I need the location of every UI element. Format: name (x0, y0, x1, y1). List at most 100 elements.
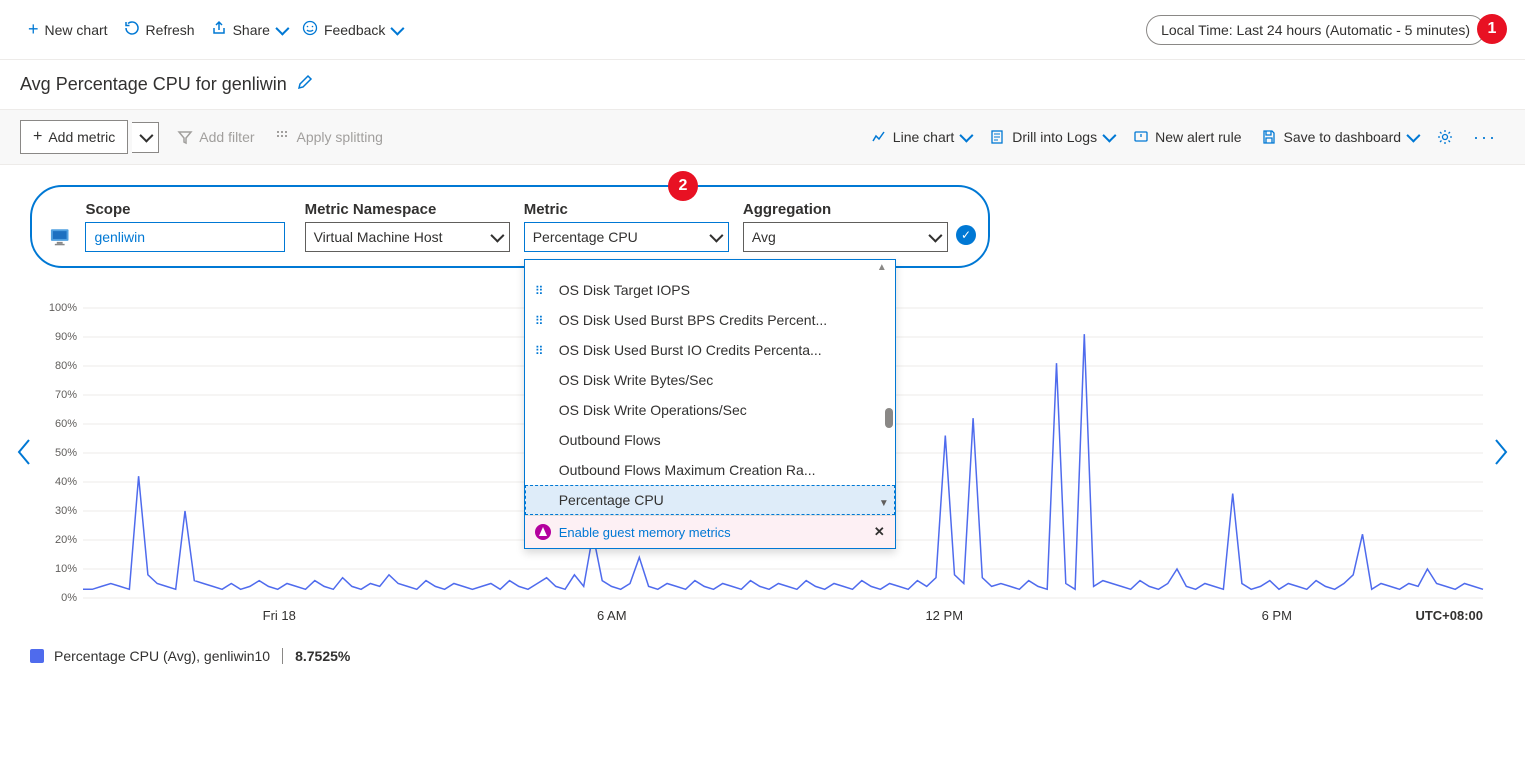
metric-option[interactable]: ⠿ OS Disk Used Burst BPS Credits Percent.… (525, 305, 895, 335)
compass-icon (535, 524, 551, 540)
plus-icon: + (28, 19, 39, 40)
annotation-2: 2 (668, 171, 698, 201)
scroll-up-arrow[interactable]: ▲ (525, 260, 895, 275)
metric-option[interactable]: Outbound Flows (525, 425, 895, 455)
metric-value: Percentage CPU (533, 229, 638, 245)
svg-text:10%: 10% (54, 563, 76, 575)
save-icon (1261, 129, 1277, 145)
metric-option-label: OS Disk Write Bytes/Sec (559, 372, 714, 388)
aggregation-label: Aggregation (743, 201, 948, 218)
enable-guest-metrics-link[interactable]: Enable guest memory metrics ✕ (525, 515, 895, 548)
time-range-button[interactable]: Local Time: Last 24 hours (Automatic - 5… (1146, 15, 1485, 45)
save-dashboard-label: Save to dashboard (1283, 129, 1401, 145)
add-metric-dropdown[interactable] (132, 122, 159, 153)
chart-toolbar: + Add metric Add filter Apply splitting … (0, 109, 1525, 165)
namespace-selector[interactable]: Virtual Machine Host (305, 222, 510, 252)
metric-option[interactable]: Outbound Flows Maximum Creation Ra... (525, 455, 895, 485)
metric-option[interactable]: OS Disk Write Bytes/Sec (525, 365, 895, 395)
svg-text:60%: 60% (54, 418, 76, 430)
enable-guest-metrics-label: Enable guest memory metrics (559, 525, 731, 540)
aggregation-value: Avg (752, 229, 776, 245)
smile-icon (302, 20, 318, 39)
namespace-label: Metric Namespace (305, 201, 510, 218)
chevron-down-icon (490, 229, 504, 243)
top-toolbar: + New chart Refresh Share Feedback Local… (0, 0, 1525, 60)
metric-config-pill: Scope genliwin Metric Namespace Virtual … (30, 185, 990, 268)
save-dashboard-button[interactable]: Save to dashboard (1253, 123, 1425, 151)
metric-option[interactable]: Percentage CPU (525, 485, 895, 515)
scroll-down-arrow[interactable]: ▼ (879, 498, 889, 509)
chart-type-label: Line chart (893, 129, 954, 145)
confirm-check-icon[interactable]: ✓ (956, 225, 976, 245)
metric-option[interactable]: ⠿ OS Disk Target IOPS (525, 275, 895, 305)
share-button[interactable]: Share (203, 14, 294, 45)
new-chart-label: New chart (45, 22, 108, 38)
chevron-down-icon (960, 129, 974, 143)
legend-value: 8.7525% (295, 648, 350, 664)
drill-logs-label: Drill into Logs (1012, 129, 1097, 145)
chart-title: Avg Percentage CPU for genliwin (20, 74, 287, 95)
chevron-down-icon (709, 229, 723, 243)
svg-text:100%: 100% (48, 302, 76, 314)
chart-content: 2 Scope genliwin Metric Namespace Virtua… (0, 165, 1525, 684)
metric-dropdown: ▲ ⠿OS Disk Target IOPS⠿OS Disk Used Burs… (524, 259, 896, 549)
edit-title-icon[interactable] (297, 74, 313, 95)
annotation-1: 1 (1477, 14, 1507, 44)
svg-text:20%: 20% (54, 534, 76, 546)
svg-text:30%: 30% (54, 505, 76, 517)
plus-icon: + (33, 128, 42, 146)
chart-type-button[interactable]: Line chart (863, 123, 978, 151)
scatter-icon: ⠿ (535, 314, 544, 328)
metric-option-label: Outbound Flows (559, 432, 661, 448)
filter-icon (177, 129, 193, 145)
metric-selector[interactable]: Percentage CPU (524, 222, 729, 252)
metric-option-label: OS Disk Write Operations/Sec (559, 402, 747, 418)
svg-text:50%: 50% (54, 447, 76, 459)
metric-option[interactable]: ⠿OS Disk Used Burst IO Credits Percenta.… (525, 335, 895, 365)
split-icon (275, 129, 291, 145)
scrollbar-thumb[interactable] (885, 408, 893, 428)
vm-icon (48, 225, 71, 249)
new-alert-rule-button[interactable]: New alert rule (1125, 123, 1249, 151)
legend-swatch (30, 649, 44, 663)
new-chart-button[interactable]: + New chart (20, 13, 116, 46)
svg-text:Fri 18: Fri 18 (262, 608, 295, 623)
refresh-label: Refresh (146, 22, 195, 38)
add-filter-button[interactable]: Add filter (169, 123, 262, 151)
svg-text:0%: 0% (61, 592, 77, 604)
share-label: Share (233, 22, 270, 38)
drill-logs-button[interactable]: Drill into Logs (982, 123, 1121, 151)
metric-option-label: OS Disk Target IOPS (559, 282, 690, 298)
legend-series-label: Percentage CPU (Avg), genliwin10 (54, 648, 270, 664)
chart-legend: Percentage CPU (Avg), genliwin10 8.7525% (20, 638, 1505, 664)
line-chart-icon (871, 129, 887, 145)
chevron-down-icon (1102, 129, 1116, 143)
metric-option-label: Outbound Flows Maximum Creation Ra... (559, 462, 816, 478)
metric-option-label: OS Disk Used Burst BPS Credits Percent..… (559, 312, 827, 328)
scope-label: Scope (85, 201, 290, 218)
close-icon[interactable]: ✕ (874, 524, 885, 540)
alert-icon (1133, 129, 1149, 145)
svg-text:12 PM: 12 PM (925, 608, 963, 623)
metric-option-label: Percentage CPU (559, 492, 664, 508)
chart-nav-left[interactable] (16, 438, 34, 472)
aggregation-selector[interactable]: Avg (743, 222, 948, 252)
feedback-button[interactable]: Feedback (294, 14, 409, 45)
metric-option[interactable]: OS Disk Write Operations/Sec (525, 395, 895, 425)
apply-splitting-button[interactable]: Apply splitting (267, 123, 391, 151)
svg-text:UTC+08:00: UTC+08:00 (1415, 608, 1483, 623)
add-metric-button[interactable]: + Add metric (20, 120, 128, 154)
chevron-down-icon (1406, 129, 1420, 143)
refresh-button[interactable]: Refresh (116, 14, 203, 45)
scatter-icon: ⠿ (535, 284, 544, 298)
apply-splitting-label: Apply splitting (297, 129, 383, 145)
svg-text:90%: 90% (54, 331, 76, 343)
add-metric-label: Add metric (48, 129, 115, 145)
svg-text:80%: 80% (54, 360, 76, 372)
chart-nav-right[interactable] (1491, 438, 1509, 472)
more-button[interactable]: ··· (1465, 121, 1505, 154)
chart-title-row: Avg Percentage CPU for genliwin (0, 60, 1525, 109)
scope-selector[interactable]: genliwin (85, 222, 285, 252)
share-icon (211, 20, 227, 39)
settings-button[interactable] (1429, 123, 1461, 151)
